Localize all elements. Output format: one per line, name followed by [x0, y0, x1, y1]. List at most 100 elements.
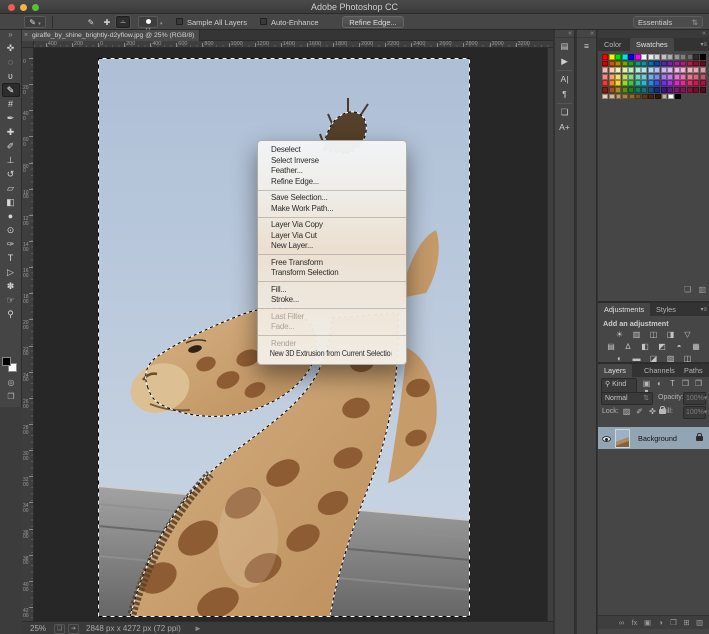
color-swatch[interactable] — [615, 74, 621, 80]
actions-panel-icon[interactable]: ▶ — [557, 55, 573, 68]
color-swatch[interactable] — [609, 67, 615, 73]
color-swatch[interactable] — [602, 61, 608, 67]
color-swatch[interactable] — [635, 80, 641, 86]
gradient-map-icon[interactable]: ▨ — [665, 354, 677, 364]
color-swatch[interactable] — [680, 74, 686, 80]
gradient-tool[interactable]: ◧ — [2, 195, 20, 209]
color-swatch[interactable] — [654, 54, 660, 60]
color-swatch[interactable] — [628, 80, 634, 86]
color-swatch[interactable] — [648, 94, 654, 100]
tab-styles[interactable]: Styles — [650, 303, 682, 316]
color-swatch[interactable] — [693, 61, 699, 67]
color-swatch[interactable] — [622, 67, 628, 73]
menu-item-feather[interactable]: Feather... — [258, 166, 406, 177]
color-swatch[interactable] — [654, 67, 660, 73]
color-swatch[interactable] — [622, 61, 628, 67]
photo-filter-icon[interactable]: ◩ — [656, 342, 668, 352]
history-brush-tool[interactable]: ↺ — [2, 167, 20, 181]
color-swatch[interactable] — [667, 54, 673, 60]
color-swatch[interactable] — [687, 74, 693, 80]
collapse-strip-icon[interactable]: « — [555, 30, 574, 38]
new-selection-button[interactable]: ✎ — [84, 16, 98, 28]
color-swatch[interactable] — [648, 67, 654, 73]
color-swatch[interactable] — [661, 80, 667, 86]
sample-all-layers-checkbox[interactable] — [176, 18, 183, 25]
color-swatch[interactable] — [654, 61, 660, 67]
color-swatch[interactable] — [680, 61, 686, 67]
color-swatch[interactable] — [680, 87, 686, 93]
status-disclosure-icon[interactable]: ► — [194, 624, 202, 633]
filter-smart-objects-icon[interactable]: ❐ — [692, 379, 705, 388]
color-swatch[interactable] — [687, 61, 693, 67]
clone-source-panel-icon[interactable]: ❏ — [557, 106, 573, 119]
adjustment-layer-icon[interactable]: ◑ — [654, 618, 667, 627]
tool-preset-picker[interactable]: ✎ ▾ — [24, 16, 46, 28]
color-swatch[interactable] — [693, 80, 699, 86]
delete-swatch-icon[interactable]: ▥ — [698, 285, 706, 294]
color-swatch[interactable] — [667, 74, 673, 80]
color-swatch[interactable] — [641, 61, 647, 67]
color-swatch[interactable] — [622, 87, 628, 93]
eraser-tool[interactable]: ▱ — [2, 181, 20, 195]
color-swatch[interactable] — [615, 87, 621, 93]
color-swatch[interactable] — [662, 94, 668, 100]
status-doc-icon[interactable]: ❑ — [54, 624, 65, 634]
close-tab-icon[interactable]: × — [24, 30, 28, 41]
new-layer-icon[interactable]: ⊞ — [680, 618, 693, 627]
menu-item-free-transform[interactable]: Free Transform — [258, 258, 406, 269]
move-tool[interactable]: ✜ — [2, 41, 20, 55]
new-swatch-icon[interactable]: ❏ — [684, 285, 691, 294]
color-swatch[interactable] — [674, 67, 680, 73]
color-swatch[interactable] — [629, 94, 635, 100]
color-swatch[interactable] — [615, 80, 621, 86]
color-balance-icon[interactable]: ∆ — [622, 342, 634, 352]
color-swatch[interactable] — [693, 74, 699, 80]
color-swatch[interactable] — [700, 54, 706, 60]
brush-presets-panel-icon[interactable]: ≡ — [579, 40, 595, 53]
color-swatch[interactable] — [661, 87, 667, 93]
color-swatch[interactable] — [622, 80, 628, 86]
color-swatch[interactable] — [674, 80, 680, 86]
selective-color-icon[interactable]: ◫ — [682, 354, 694, 364]
color-swatch[interactable] — [628, 87, 634, 93]
color-swatch[interactable] — [675, 94, 681, 100]
lasso-tool[interactable]: ʋ — [2, 69, 20, 83]
color-swatch[interactable] — [615, 67, 621, 73]
color-swatch[interactable] — [674, 61, 680, 67]
color-swatch[interactable] — [609, 80, 615, 86]
tab-swatches[interactable]: Swatches — [630, 38, 674, 51]
color-swatch[interactable] — [654, 74, 660, 80]
zoom-level-field[interactable]: 25% — [30, 624, 46, 633]
levels-icon[interactable]: ▥ — [631, 330, 643, 340]
foreground-color-swatch[interactable] — [2, 357, 11, 366]
color-swatch[interactable] — [602, 80, 608, 86]
delete-layer-icon[interactable]: ▥ — [693, 618, 706, 627]
color-swatch[interactable] — [661, 61, 667, 67]
eyedropper-tool[interactable]: ✒ — [2, 111, 20, 125]
type-tool[interactable]: T — [2, 251, 20, 265]
tab-adjustments[interactable]: Adjustments — [598, 303, 650, 316]
panel-menu-icon[interactable]: ▾≡ — [700, 306, 707, 313]
color-swatch[interactable] — [674, 54, 680, 60]
add-to-selection-button[interactable]: ✚ — [100, 16, 114, 28]
shape-tool[interactable]: ✽ — [2, 279, 20, 293]
opacity-field[interactable]: 100%▾ — [683, 392, 706, 405]
color-swatch[interactable] — [700, 87, 706, 93]
color-swatch[interactable] — [648, 74, 654, 80]
vibrance-icon[interactable]: ▽ — [682, 330, 694, 340]
character-panel-icon[interactable]: A| — [557, 73, 573, 86]
history-panel-icon[interactable]: ▤ — [557, 40, 573, 53]
character-styles-panel-icon[interactable]: A+ — [557, 121, 573, 134]
color-swatch[interactable] — [602, 54, 608, 60]
pen-tool[interactable]: ✑ — [2, 237, 20, 251]
dodge-tool[interactable]: ⊙ — [2, 223, 20, 237]
color-swatch[interactable] — [635, 54, 641, 60]
color-swatch[interactable] — [700, 67, 706, 73]
link-layers-icon[interactable]: ∞ — [615, 618, 628, 627]
color-swatch[interactable] — [680, 67, 686, 73]
color-swatch[interactable] — [615, 61, 621, 67]
filter-type-layers-icon[interactable]: T — [666, 379, 679, 388]
color-swatch[interactable] — [700, 61, 706, 67]
brightness-contrast-icon[interactable]: ☀ — [614, 330, 626, 340]
color-lookup-icon[interactable]: ▦ — [690, 342, 702, 352]
